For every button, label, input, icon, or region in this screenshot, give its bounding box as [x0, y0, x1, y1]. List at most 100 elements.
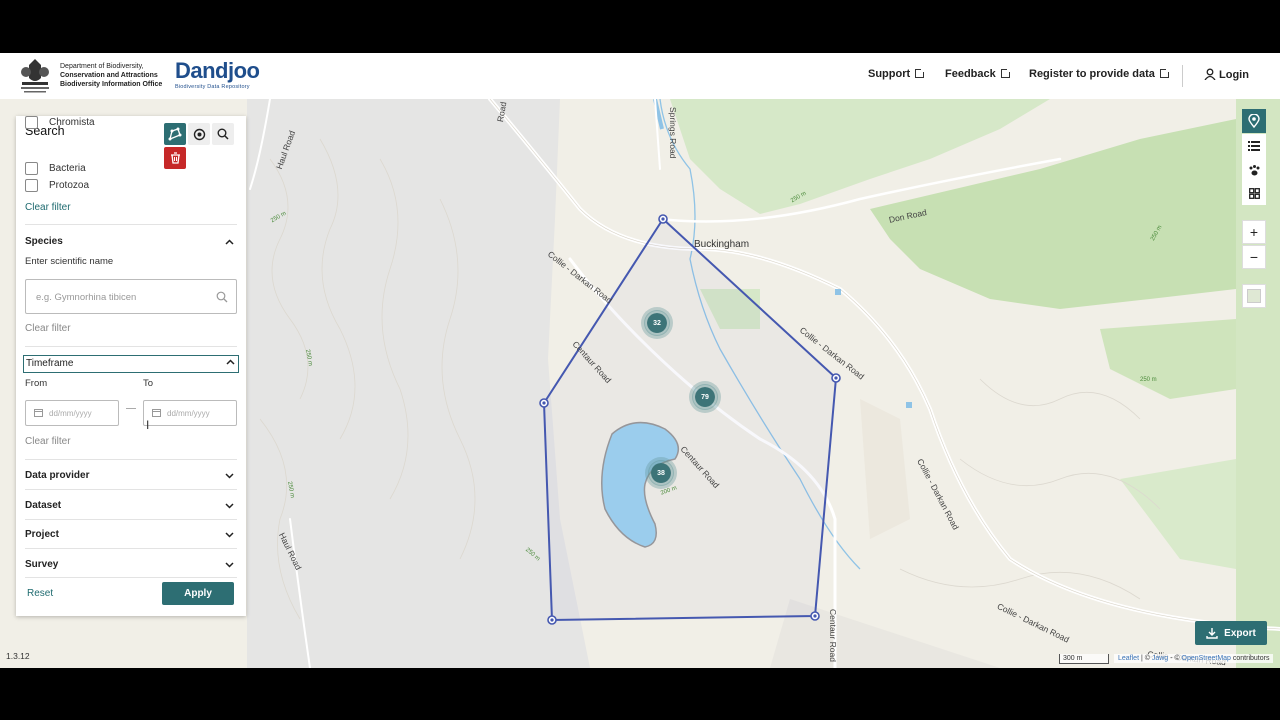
- app-window: Department of Biodiversity, Conservation…: [0, 53, 1280, 668]
- brand-logo[interactable]: Dandjoo Biodiversity Data Repository: [175, 59, 260, 91]
- support-link[interactable]: Support: [868, 67, 927, 80]
- reset-button[interactable]: Reset: [27, 588, 53, 599]
- location-tool-button[interactable]: [1242, 109, 1266, 133]
- map-view[interactable]: Buckingham Collie - Darkan Road Collie -…: [0, 99, 1280, 668]
- species-search-input[interactable]: e.g. Gymnorhina tibicen: [25, 279, 237, 314]
- external-link-icon: [1159, 67, 1171, 78]
- kingdom-label: Protozoa: [49, 179, 90, 191]
- circle-target-icon: [193, 128, 205, 140]
- feedback-link-label: Feedback: [945, 68, 996, 80]
- project-section-header[interactable]: Project: [25, 529, 237, 545]
- attribution-tail: contributors: [1230, 655, 1270, 662]
- text-cursor-icon: I: [146, 418, 150, 432]
- record-cluster[interactable]: 32: [644, 310, 670, 336]
- export-button[interactable]: Export: [1195, 621, 1267, 645]
- timeframe-title: Timeframe: [26, 358, 74, 369]
- dept-line-3: Biodiversity Information Office: [60, 81, 163, 88]
- delete-shape-button[interactable]: [164, 147, 186, 169]
- from-label: From: [25, 378, 48, 389]
- apply-button[interactable]: Apply: [162, 582, 234, 605]
- divider: [25, 459, 237, 460]
- zoom-out-button[interactable]: −: [1242, 245, 1266, 269]
- kingdom-label: Bacteria: [49, 162, 86, 174]
- download-icon: [1206, 628, 1218, 639]
- record-cluster[interactable]: 38: [648, 460, 674, 486]
- grid-view-button[interactable]: [1242, 181, 1266, 205]
- user-icon: [1204, 68, 1216, 80]
- zoom-in-button[interactable]: +: [1242, 220, 1266, 244]
- calendar-icon: [152, 409, 161, 417]
- divider: [25, 519, 237, 520]
- survey-section-header[interactable]: Survey: [25, 559, 237, 575]
- kingdom-option-protozoa[interactable]: Protozoa: [25, 178, 89, 192]
- record-cluster[interactable]: 79: [692, 384, 718, 410]
- support-link-label: Support: [868, 68, 911, 80]
- chevron-up-icon: [226, 359, 235, 365]
- checkbox[interactable]: [25, 161, 38, 175]
- polygon-draw-icon: [168, 127, 182, 141]
- register-link[interactable]: Register to provide data: [1029, 67, 1171, 80]
- top-header: Department of Biodiversity, Conservation…: [0, 53, 1280, 99]
- jawg-link[interactable]: Jawg: [1152, 655, 1168, 662]
- trash-icon: [170, 152, 180, 164]
- species-section-header[interactable]: Species: [25, 236, 237, 252]
- chevron-down-icon: [225, 503, 234, 509]
- map-label-town: Buckingham: [694, 239, 750, 250]
- dataset-section-header[interactable]: Dataset: [25, 500, 237, 516]
- checkbox[interactable]: [25, 178, 38, 192]
- from-date-input[interactable]: dd/mm/yyyy: [25, 400, 119, 426]
- draw-circle-button[interactable]: [188, 123, 210, 145]
- date-placeholder: dd/mm/yyyy: [49, 409, 92, 418]
- kingdom-label: Chromista: [49, 116, 95, 128]
- search-icon: [217, 128, 229, 140]
- section-title: Dataset: [25, 500, 62, 511]
- header-divider: [1182, 65, 1183, 87]
- external-link-icon: [915, 67, 927, 78]
- species-field-label: Enter scientific name: [25, 256, 114, 267]
- list-icon: [1248, 141, 1260, 151]
- divider: [25, 224, 237, 225]
- divider: [25, 548, 237, 549]
- chevron-up-icon: [225, 239, 234, 245]
- clear-timeframe-filter[interactable]: Clear filter: [25, 436, 71, 447]
- leaflet-link[interactable]: Leaflet: [1118, 655, 1139, 662]
- data-provider-section-header[interactable]: Data provider: [25, 470, 237, 486]
- draw-polygon-button[interactable]: [164, 123, 186, 145]
- map-attribution: Leaflet | © Jawg - © OpenStreetMap contr…: [1114, 654, 1274, 663]
- brand-subtitle: Biodiversity Data Repository: [175, 84, 250, 90]
- map-label-road: Centaur Road: [828, 609, 838, 662]
- list-view-button[interactable]: [1242, 134, 1266, 158]
- attribution-sep: | ©: [1139, 655, 1152, 662]
- clear-species-filter[interactable]: Clear filter: [25, 323, 71, 334]
- clear-kingdom-filter[interactable]: Clear filter: [25, 202, 71, 213]
- divider: [25, 346, 237, 347]
- search-panel: Search Chromista Bacteria Protozoa Clear…: [16, 116, 246, 616]
- department-name: Department of Biodiversity, Conservation…: [60, 62, 162, 89]
- divider: [25, 577, 237, 578]
- timeframe-section-header[interactable]: Timeframe: [23, 355, 239, 373]
- chevron-down-icon: [225, 562, 234, 568]
- species-view-button[interactable]: [1242, 158, 1266, 182]
- map-pin-icon: [1248, 114, 1260, 128]
- to-label: To: [143, 378, 154, 389]
- map-label-road: Springs Road: [668, 107, 678, 159]
- minus-icon: −: [1249, 249, 1259, 265]
- search-area-button[interactable]: [212, 123, 234, 145]
- osm-link[interactable]: OpenStreetMap: [1182, 655, 1231, 662]
- login-button[interactable]: Login: [1204, 68, 1249, 81]
- register-link-label: Register to provide data: [1029, 68, 1155, 80]
- species-title: Species: [25, 236, 63, 247]
- layer-switcher-button[interactable]: [1242, 284, 1266, 308]
- to-date-input[interactable]: dd/mm/yyyy: [143, 400, 237, 426]
- date-range-dash: [126, 408, 136, 409]
- kingdom-option-bacteria[interactable]: Bacteria: [25, 161, 86, 175]
- plus-icon: +: [1249, 224, 1259, 240]
- grid-icon: [1248, 187, 1260, 199]
- wa-government-crest-icon: [16, 56, 54, 96]
- calendar-icon: [34, 409, 43, 417]
- app-version: 1.3.12: [6, 651, 30, 661]
- feedback-link[interactable]: Feedback: [945, 67, 1012, 80]
- attribution-sep: - ©: [1168, 655, 1182, 662]
- checkbox[interactable]: [25, 116, 38, 129]
- kingdom-option-chromista[interactable]: Chromista: [25, 116, 95, 129]
